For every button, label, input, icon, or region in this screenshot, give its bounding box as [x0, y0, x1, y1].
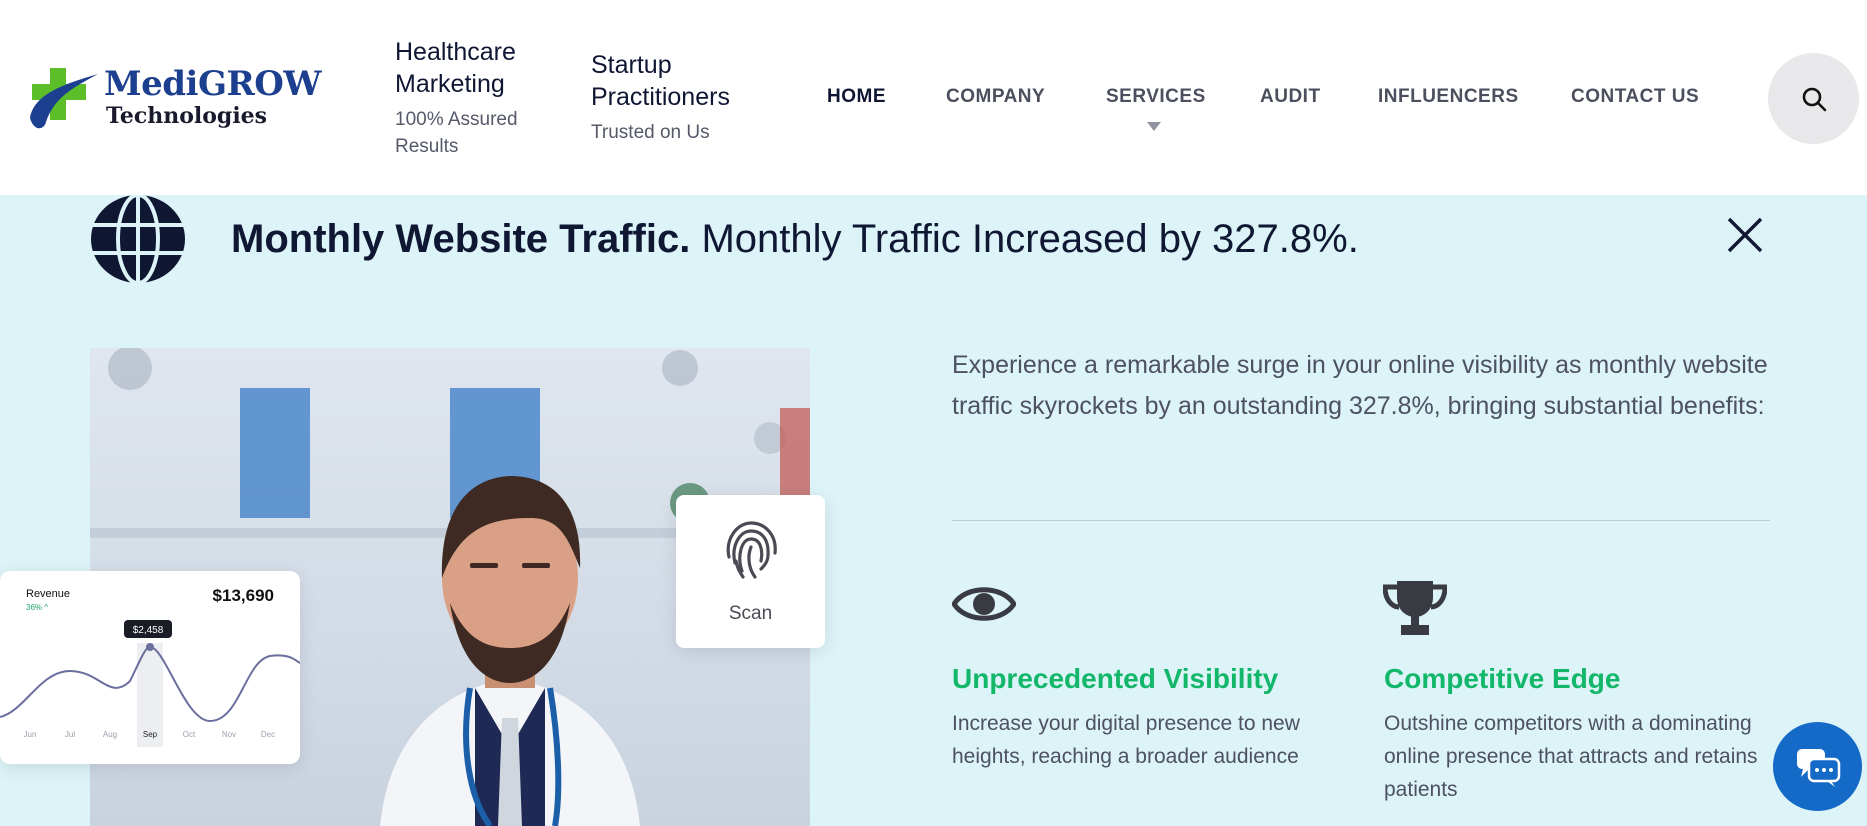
revenue-card: Revenue 36% ^ $13,690 $2,458 Jun Jul Aug… [0, 571, 300, 764]
month-label: Oct [183, 730, 196, 739]
logo-subname: Technologies [106, 103, 268, 129]
nav-audit[interactable]: AUDIT [1260, 86, 1321, 108]
traffic-headline: Monthly Website Traffic. Monthly Traffic… [231, 215, 1359, 263]
revenue-tooltip: $2,458 [133, 625, 164, 636]
tagline-subtitle: 100% Assured Results [395, 109, 518, 157]
nav-contact-us[interactable]: CONTACT US [1571, 86, 1699, 108]
month-label: Nov [222, 730, 236, 739]
traffic-description: Experience a remarkable surge in your on… [952, 351, 1768, 420]
month-label: Sep [143, 730, 158, 739]
logo-cross-icon [30, 68, 98, 129]
close-icon[interactable] [1725, 215, 1765, 255]
month-label: Aug [103, 730, 117, 739]
tagline-healthcare: Healthcare Marketing 100% Assured Result… [395, 36, 565, 160]
globe-icon [91, 195, 185, 283]
tagline-title: Startup Practitioners [591, 51, 730, 111]
search-button[interactable] [1768, 53, 1859, 144]
feature-text: Outshine competitors with a dominating o… [1384, 712, 1758, 801]
revenue-sparkline: $2,458 Jun Jul Aug Sep Oct Nov Dec [0, 620, 300, 747]
month-label: Jul [65, 730, 75, 739]
headline-rest: Monthly Traffic Increased by 327.8%. [690, 217, 1359, 261]
medigrow-logo[interactable]: MediGROW Technologies [24, 62, 324, 136]
fingerprint-icon [726, 521, 777, 579]
nav-influencers[interactable]: INFLUENCERS [1378, 86, 1519, 108]
chat-button[interactable] [1773, 722, 1862, 811]
month-label: Jun [24, 730, 37, 739]
month-label: Dec [261, 730, 275, 739]
traffic-section: Monthly Website Traffic. Monthly Traffic… [0, 195, 1867, 826]
feature-competitive-edge: Competitive Edge Outshine competitors wi… [1384, 663, 1784, 806]
feature-text: Increase your digital presence to new he… [952, 712, 1300, 768]
feature-title: Unprecedented Visibility [952, 663, 1279, 694]
site-header: MediGROW Technologies Healthcare Marketi… [0, 0, 1867, 195]
nav-home[interactable]: HOME [827, 86, 886, 108]
section-divider [952, 520, 1770, 521]
trophy-icon [1383, 581, 1447, 635]
services-dropdown-caret-icon[interactable] [1147, 122, 1161, 131]
headline-bold: Monthly Website Traffic. [231, 217, 691, 261]
nav-services[interactable]: SERVICES [1106, 86, 1206, 108]
tagline-subtitle: Trusted on Us [591, 122, 710, 143]
tagline-title: Healthcare Marketing [395, 38, 516, 98]
nav-company[interactable]: COMPANY [946, 86, 1045, 108]
scan-card[interactable]: Scan [676, 495, 825, 648]
chat-icon [1796, 748, 1840, 787]
tagline-startup: Startup Practitioners Trusted on Us [591, 49, 781, 146]
eye-icon [952, 587, 1016, 621]
feature-visibility: Unprecedented Visibility Increase your d… [952, 663, 1352, 773]
search-icon [1802, 87, 1826, 111]
scan-label: Scan [728, 603, 773, 624]
feature-title: Competitive Edge [1384, 663, 1621, 694]
logo-name: MediGROW [104, 64, 322, 104]
